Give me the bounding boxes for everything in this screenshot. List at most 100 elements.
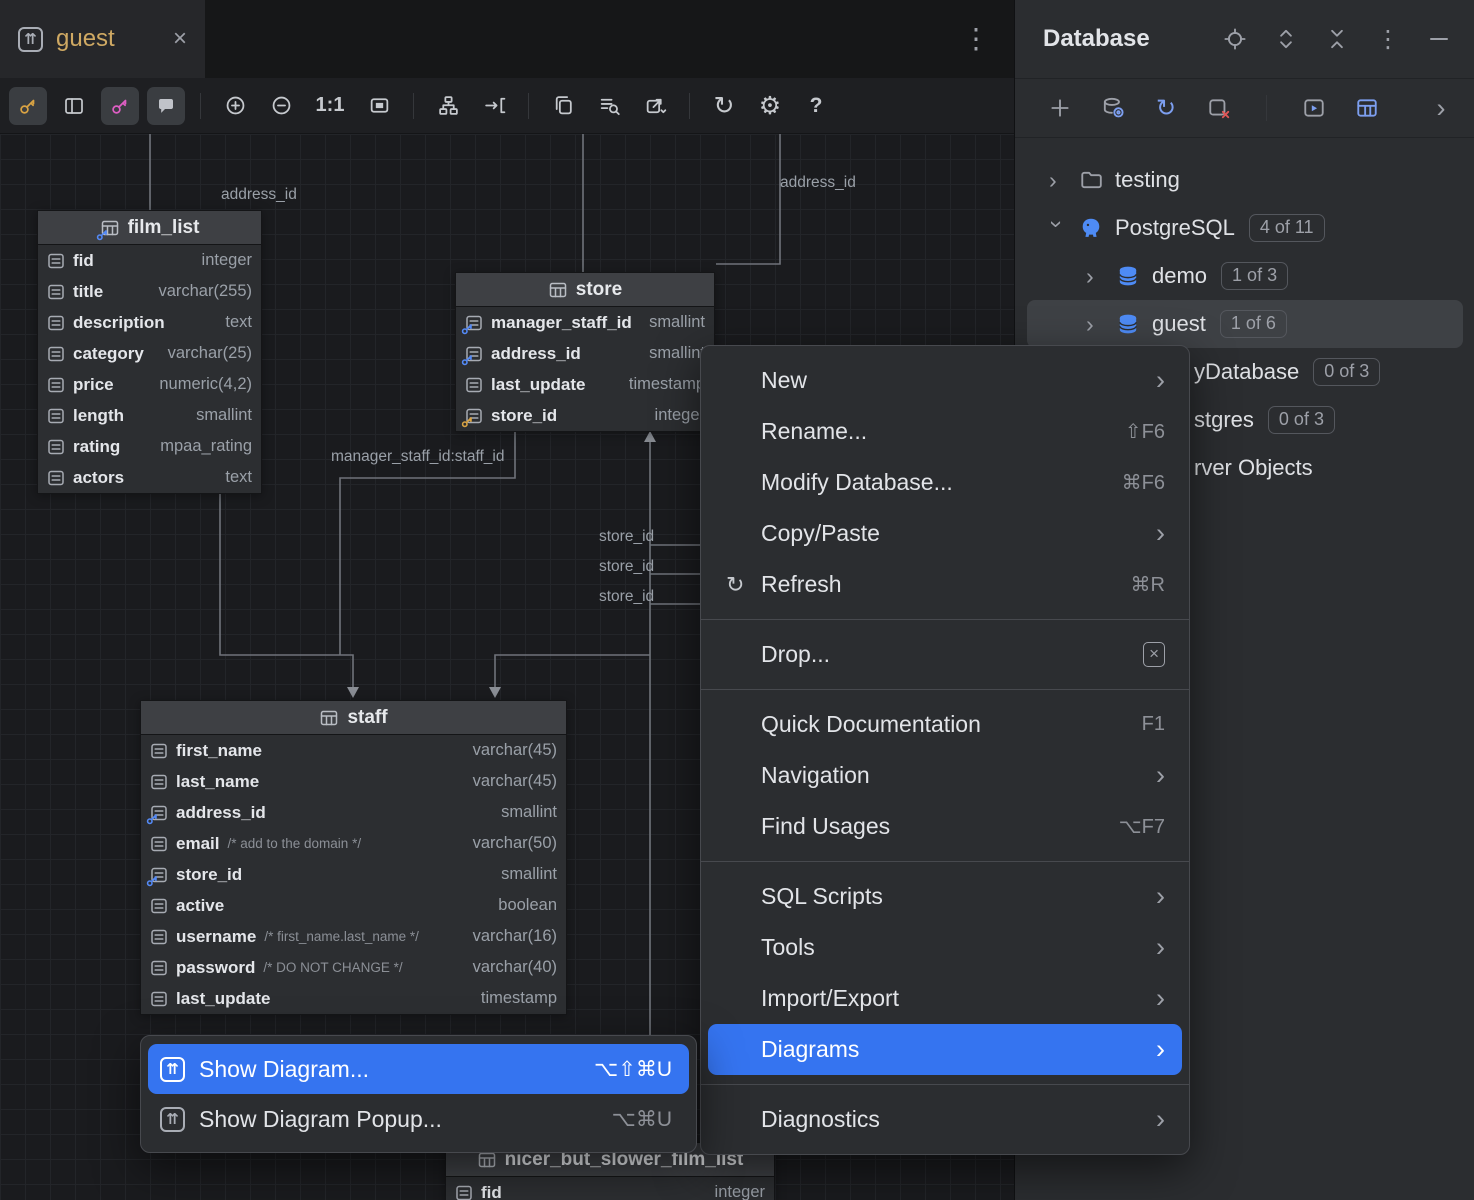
menu-item[interactable]: Drop... xyxy=(708,629,1182,680)
table-column-row[interactable]: address_id smallint xyxy=(141,797,566,828)
menu-item-show-diagram-popup[interactable]: ⇈ Show Diagram Popup... ⌥⌘U xyxy=(148,1094,689,1144)
menu-item[interactable]: Diagnostics › xyxy=(708,1094,1182,1145)
menu-item[interactable] xyxy=(701,619,1189,620)
tree-item-postgresql[interactable]: › PostgreSQL 4 of 11 xyxy=(1027,204,1463,252)
sync-icon[interactable]: ↻ xyxy=(1153,95,1179,121)
toggle-columns-panel-button[interactable] xyxy=(55,87,93,125)
panel-more-options-icon[interactable]: ⋮ xyxy=(1375,26,1401,52)
column-icon xyxy=(455,1184,473,1200)
menu-item[interactable]: Import/Export › xyxy=(708,973,1182,1024)
menu-item[interactable]: Navigation › xyxy=(708,750,1182,801)
table-store[interactable]: store manager_staff_id smallint xyxy=(455,272,715,432)
query-console-icon[interactable] xyxy=(1301,95,1327,121)
menu-item[interactable]: Quick Documentation F1 xyxy=(708,699,1182,750)
table-column-row[interactable]: last_update timestamp xyxy=(141,983,566,1014)
refresh-button[interactable]: ↻ xyxy=(705,87,743,125)
table-column-row[interactable]: first_name varchar(45) xyxy=(141,735,566,766)
route-edges-button[interactable] xyxy=(475,87,513,125)
settings-gear-icon[interactable]: ⚙ xyxy=(751,87,789,125)
menu-item[interactable]: Find Usages ⌥F7 xyxy=(708,801,1182,852)
menu-item[interactable]: Modify Database... ⌘F6 xyxy=(708,457,1182,508)
toolbar-separator xyxy=(413,93,414,119)
export-diagram-button[interactable] xyxy=(636,87,674,125)
menu-item[interactable]: Diagrams › xyxy=(708,1024,1182,1075)
menu-item-shortcut: ⌘R xyxy=(1131,572,1165,597)
table-column-row[interactable]: active boolean xyxy=(141,890,566,921)
disconnect-icon[interactable] xyxy=(1206,95,1232,121)
view-icon xyxy=(100,218,120,238)
editor-tab-bar: ⇈ guest × ⋮ xyxy=(0,0,1014,78)
data-source-properties-icon[interactable] xyxy=(1100,95,1126,121)
menu-item[interactable]: SQL Scripts › xyxy=(708,871,1182,922)
table-column-row[interactable]: password /* DO NOT CHANGE */ varchar(40) xyxy=(141,952,566,983)
menu-item[interactable]: Tools › xyxy=(708,922,1182,973)
tree-item-guest[interactable]: › guest 1 of 6 xyxy=(1027,300,1463,348)
copy-diagram-button[interactable] xyxy=(544,87,582,125)
menu-item-shortcut: › xyxy=(1156,520,1165,547)
table-column-row[interactable]: address_id smallint xyxy=(456,338,714,369)
menu-item[interactable] xyxy=(701,861,1189,862)
zoom-out-button[interactable] xyxy=(262,87,300,125)
menu-item[interactable] xyxy=(701,689,1189,690)
hide-panel-icon[interactable] xyxy=(1426,26,1452,52)
editor-more-options-icon[interactable]: ⋮ xyxy=(962,22,990,55)
table-column-row[interactable]: actors text xyxy=(38,462,261,493)
table-column-row[interactable]: length smallint xyxy=(38,400,261,431)
menu-item-show-diagram[interactable]: ⇈ Show Diagram... ⌥⇧⌘U xyxy=(148,1044,689,1094)
tab-guest[interactable]: ⇈ guest × xyxy=(0,0,205,78)
table-column-row[interactable]: price numeric(4,2) xyxy=(38,369,261,400)
actual-size-button[interactable]: 1:1 xyxy=(308,94,352,117)
table-column-row[interactable]: fid integer xyxy=(38,245,261,276)
menu-item-shortcut: › xyxy=(1156,883,1165,910)
menu-item[interactable]: New › xyxy=(708,355,1182,406)
help-button[interactable]: ? xyxy=(797,87,835,125)
collapse-all-icon[interactable] xyxy=(1324,26,1350,52)
table-film-list[interactable]: film_list fid integer xyxy=(37,210,262,494)
column-icon xyxy=(150,835,168,853)
toggle-foreign-keys-button[interactable] xyxy=(101,87,139,125)
chevron-down-icon[interactable]: › xyxy=(1046,220,1069,238)
table-column-row[interactable]: last_name varchar(45) xyxy=(141,766,566,797)
table-header[interactable]: store xyxy=(456,273,714,307)
column-icon xyxy=(47,376,65,394)
toggle-key-columns-button[interactable] xyxy=(9,87,47,125)
menu-item-shortcut: ⌥⌘U xyxy=(612,1107,672,1132)
table-column-row[interactable]: last_update timestamp xyxy=(456,369,714,400)
zoom-in-button[interactable] xyxy=(216,87,254,125)
menu-item[interactable]: Rename... ⇧F6 xyxy=(708,406,1182,457)
fit-content-button[interactable] xyxy=(360,87,398,125)
table-column-row[interactable]: category varchar(25) xyxy=(38,338,261,369)
edge-label: manager_staff_id:staff_id xyxy=(331,448,505,466)
apply-layout-button[interactable] xyxy=(429,87,467,125)
toggle-comments-button[interactable] xyxy=(147,87,185,125)
table-header[interactable]: staff xyxy=(141,701,566,735)
table-column-row[interactable]: description text xyxy=(38,307,261,338)
table-column-row[interactable]: fid integer xyxy=(446,1177,774,1200)
menu-item[interactable]: ↻ Refresh ⌘R xyxy=(708,559,1182,610)
table-column-row[interactable]: store_id smallint xyxy=(141,859,566,890)
table-column-row[interactable]: store_id integer xyxy=(456,400,714,431)
table-column-row[interactable]: username /* first_name.last_name */ varc… xyxy=(141,921,566,952)
table-column-row[interactable]: email /* add to the domain */ varchar(50… xyxy=(141,828,566,859)
close-icon[interactable]: × xyxy=(173,25,187,53)
table-column-row[interactable]: manager_staff_id smallint xyxy=(456,307,714,338)
tree-item-demo[interactable]: › demo 1 of 3 xyxy=(1027,252,1463,300)
panel-chevron-right-icon[interactable]: › xyxy=(1428,95,1454,121)
locate-icon[interactable] xyxy=(1222,26,1248,52)
chevron-right-icon[interactable]: › xyxy=(1049,169,1067,192)
object-list-button[interactable] xyxy=(590,87,628,125)
chevron-right-icon[interactable]: › xyxy=(1086,265,1104,288)
table-staff[interactable]: staff first_name varchar(45) xyxy=(140,700,567,1015)
menu-item[interactable]: Copy/Paste › xyxy=(708,508,1182,559)
column-icon xyxy=(47,438,65,456)
table-name: staff xyxy=(347,707,387,729)
expand-all-icon[interactable] xyxy=(1273,26,1299,52)
table-view-icon[interactable] xyxy=(1354,95,1380,121)
table-header[interactable]: film_list xyxy=(38,211,261,245)
tree-item-testing[interactable]: › testing xyxy=(1027,156,1463,204)
chevron-right-icon[interactable]: › xyxy=(1086,313,1104,336)
table-column-row[interactable]: rating mpaa_rating xyxy=(38,431,261,462)
menu-item[interactable] xyxy=(701,1084,1189,1085)
add-data-source-icon[interactable] xyxy=(1047,95,1073,121)
table-column-row[interactable]: title varchar(255) xyxy=(38,276,261,307)
